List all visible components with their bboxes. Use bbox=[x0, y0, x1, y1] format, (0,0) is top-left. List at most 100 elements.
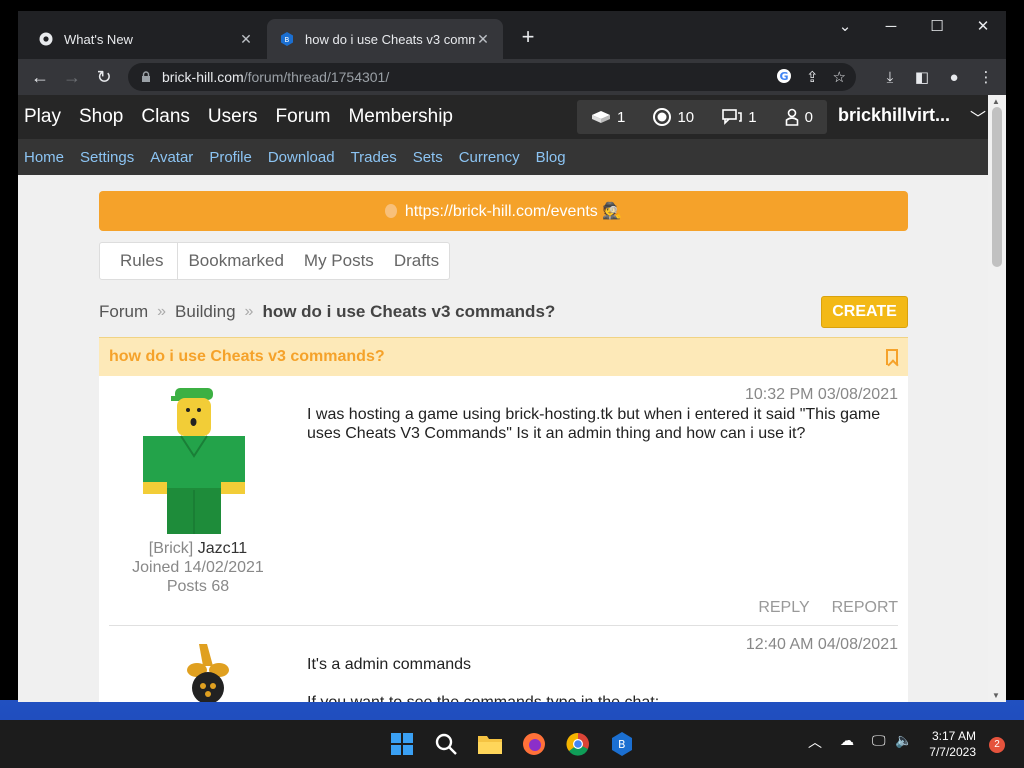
subnav-trades[interactable]: Trades bbox=[351, 149, 397, 166]
cloud-offline-icon[interactable]: ☁ bbox=[840, 732, 854, 749]
report-button[interactable]: REPORT bbox=[832, 599, 898, 617]
tab-title: how do i use Cheats v3 commands? bbox=[305, 31, 475, 47]
thread-header: how do i use Cheats v3 commands? bbox=[99, 337, 908, 376]
breadcrumb-building[interactable]: Building bbox=[175, 302, 236, 322]
url-text: brick-hill.com/forum/thread/1754301/ bbox=[162, 69, 390, 85]
desktop-left-strip bbox=[0, 0, 18, 700]
forum-post: 12:40 AM 04/08/2021 It's a admin command… bbox=[109, 625, 898, 702]
nav-membership[interactable]: Membership bbox=[348, 106, 453, 128]
friends-stat[interactable]: 0 bbox=[785, 108, 813, 126]
bucks-stat[interactable]: 10 bbox=[653, 108, 694, 126]
subnav-currency[interactable]: Currency bbox=[459, 149, 520, 166]
messages-icon bbox=[722, 109, 742, 125]
desktop-right-strip bbox=[1006, 0, 1024, 700]
scroll-up-icon[interactable]: ▲ bbox=[992, 97, 1000, 106]
reload-icon[interactable]: ↻ bbox=[88, 61, 120, 93]
browser-window: What's New ✕ B how do i use Cheats v3 co… bbox=[18, 11, 1006, 702]
chrome-taskbar-icon[interactable] bbox=[564, 730, 592, 758]
start-icon[interactable] bbox=[388, 730, 416, 758]
google-icon[interactable]: G bbox=[776, 68, 792, 88]
tab-search-icon[interactable]: ⌄ bbox=[822, 11, 868, 41]
breadcrumb-current: how do i use Cheats v3 commands? bbox=[262, 302, 556, 321]
create-button[interactable]: CREATE bbox=[821, 296, 908, 328]
minimize-button[interactable]: ─ bbox=[868, 11, 914, 41]
tab-thread[interactable]: B how do i use Cheats v3 commands? ✕ bbox=[267, 19, 503, 59]
scrollbar-thumb[interactable] bbox=[992, 107, 1002, 267]
username-menu[interactable]: brickhillvirt... bbox=[838, 105, 950, 126]
bookmark-icon[interactable] bbox=[886, 349, 898, 365]
volume-icon[interactable]: 🔈 bbox=[895, 732, 912, 749]
notification-badge[interactable]: 2 bbox=[989, 737, 1005, 753]
messages-stat[interactable]: 1 bbox=[722, 108, 757, 126]
bricks-stat[interactable]: 1 bbox=[591, 109, 625, 126]
brickhill-icon: B bbox=[279, 31, 295, 47]
firefox-icon[interactable] bbox=[520, 730, 548, 758]
nav-users[interactable]: Users bbox=[208, 106, 258, 128]
events-banner[interactable]: https://brick-hill.com/events 🕵 bbox=[99, 191, 908, 231]
svg-text:B: B bbox=[618, 738, 626, 751]
search-icon[interactable] bbox=[432, 730, 460, 758]
egg-icon bbox=[384, 204, 397, 218]
site-sub-nav: Home Settings Avatar Profile Download Tr… bbox=[18, 139, 988, 175]
site-top-nav: Play Shop Clans Users Forum Membership 1… bbox=[18, 95, 988, 139]
author-joined: Joined 14/02/2021 bbox=[132, 559, 264, 576]
subnav-sets[interactable]: Sets bbox=[413, 149, 443, 166]
reply-button[interactable]: REPLY bbox=[758, 599, 809, 617]
side-panel-icon[interactable]: ◧ bbox=[906, 61, 938, 93]
tab-bar: What's New ✕ B how do i use Cheats v3 co… bbox=[18, 11, 1006, 59]
post-body: It's a admin commands If you want to see… bbox=[307, 656, 659, 702]
tab-rules[interactable]: Rules bbox=[100, 243, 179, 279]
chevron-down-icon[interactable]: ﹀ bbox=[970, 105, 986, 129]
subnav-blog[interactable]: Blog bbox=[536, 149, 566, 166]
system-clock[interactable]: 3:17 AM 7/7/2023 bbox=[929, 728, 976, 760]
web-page: Play Shop Clans Users Forum Membership 1… bbox=[18, 95, 988, 702]
author-info: [Brick] Jazc11 Joined 14/02/2021 Posts 6… bbox=[99, 539, 297, 596]
avatar[interactable] bbox=[169, 636, 249, 702]
menu-icon[interactable]: ⋮ bbox=[970, 61, 1002, 93]
close-icon[interactable]: ✕ bbox=[238, 31, 254, 48]
scroll-down-icon[interactable]: ▼ bbox=[992, 691, 1000, 700]
subnav-profile[interactable]: Profile bbox=[209, 149, 252, 166]
nav-forum[interactable]: Forum bbox=[276, 106, 331, 128]
share-icon[interactable]: ⇪ bbox=[806, 68, 819, 88]
breadcrumb: Forum » Building » how do i use Cheats v… bbox=[99, 296, 908, 328]
subnav-home[interactable]: Home bbox=[24, 149, 64, 166]
file-explorer-icon[interactable] bbox=[476, 730, 504, 758]
breadcrumb-forum[interactable]: Forum bbox=[99, 302, 148, 322]
forward-icon[interactable]: → bbox=[56, 61, 88, 93]
close-icon[interactable]: ✕ bbox=[475, 31, 491, 48]
address-bar[interactable]: brick-hill.com/forum/thread/1754301/ G ⇪… bbox=[128, 63, 856, 91]
subnav-settings[interactable]: Settings bbox=[80, 149, 134, 166]
nav-clans[interactable]: Clans bbox=[141, 106, 190, 128]
download-icon[interactable]: ⤓ bbox=[874, 61, 906, 93]
network-icon[interactable]: 🖵 bbox=[872, 732, 886, 749]
post-actions: REPLY REPORT bbox=[758, 599, 898, 617]
page-scrollbar[interactable]: ▲ ▼ bbox=[988, 95, 1006, 702]
tab-drafts[interactable]: Drafts bbox=[384, 251, 449, 271]
author-name[interactable]: Jazc11 bbox=[198, 540, 248, 557]
tab-my-posts[interactable]: My Posts bbox=[294, 251, 384, 271]
new-tab-button[interactable]: + bbox=[516, 25, 540, 49]
subnav-download[interactable]: Download bbox=[268, 149, 335, 166]
chevron-up-icon[interactable]: ︿ bbox=[808, 732, 822, 752]
profile-icon[interactable]: ● bbox=[938, 61, 970, 93]
bookmark-star-icon[interactable]: ☆ bbox=[833, 68, 846, 88]
taskbar: B ︿ ☁ 🖵 🔈 3:17 AM 7/7/2023 2 bbox=[0, 720, 1024, 768]
brickhill-taskbar-icon[interactable]: B bbox=[608, 730, 636, 758]
tab-bookmarked[interactable]: Bookmarked bbox=[178, 251, 293, 271]
close-window-button[interactable]: ✕ bbox=[960, 11, 1006, 41]
subnav-avatar[interactable]: Avatar bbox=[150, 149, 193, 166]
forum-content: https://brick-hill.com/events 🕵 Rules Bo… bbox=[99, 191, 908, 702]
forum-post: [Brick] Jazc11 Joined 14/02/2021 Posts 6… bbox=[99, 376, 908, 625]
lock-icon bbox=[142, 71, 150, 82]
nav-shop[interactable]: Shop bbox=[79, 106, 123, 128]
nav-play[interactable]: Play bbox=[24, 106, 61, 128]
tab-whats-new[interactable]: What's New ✕ bbox=[26, 19, 266, 59]
maximize-button[interactable]: ☐ bbox=[914, 11, 960, 41]
chevrons-right-icon: » bbox=[157, 303, 167, 320]
author-rank: [Brick] bbox=[148, 540, 194, 557]
chevrons-right-icon: » bbox=[244, 303, 254, 320]
brick-icon bbox=[592, 111, 611, 123]
avatar[interactable] bbox=[139, 386, 259, 536]
back-icon[interactable]: ← bbox=[24, 61, 56, 93]
